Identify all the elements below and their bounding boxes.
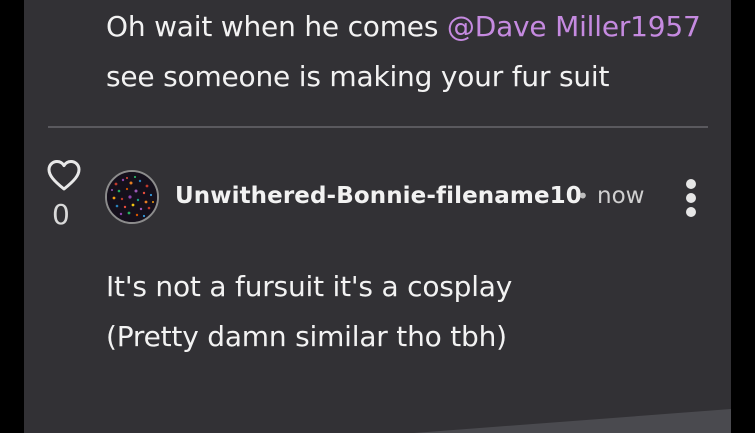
heart-outline-icon bbox=[47, 160, 81, 191]
panel-edge-shadow bbox=[414, 409, 731, 433]
comment-body-line-1: It's not a fursuit it's a cosplay bbox=[106, 270, 513, 303]
previous-comment-line-2: see someone is making your fur suit bbox=[106, 60, 610, 93]
vertical-ellipsis-icon bbox=[680, 179, 702, 217]
avatar-image bbox=[107, 172, 157, 222]
like-button[interactable] bbox=[46, 158, 82, 194]
meta-separator: • bbox=[577, 184, 589, 208]
comment-author-name[interactable]: Unwithered-Bonnie-filename10 bbox=[175, 183, 582, 209]
previous-comment-text: Oh wait when he comes bbox=[106, 10, 447, 43]
comment-thread-panel: Oh wait when he comes @Dave Miller1957 s… bbox=[24, 0, 731, 433]
avatar[interactable] bbox=[105, 170, 159, 224]
comment-body-line-2: (Pretty damn similar tho tbh) bbox=[106, 320, 507, 353]
comment-divider bbox=[48, 126, 708, 128]
user-mention-link[interactable]: @Dave Miller1957 bbox=[447, 10, 701, 43]
more-options-button[interactable] bbox=[680, 179, 702, 221]
comment-timestamp: now bbox=[597, 183, 645, 209]
previous-comment-line-1: Oh wait when he comes @Dave Miller1957 bbox=[106, 10, 706, 43]
like-count: 0 bbox=[52, 198, 70, 231]
